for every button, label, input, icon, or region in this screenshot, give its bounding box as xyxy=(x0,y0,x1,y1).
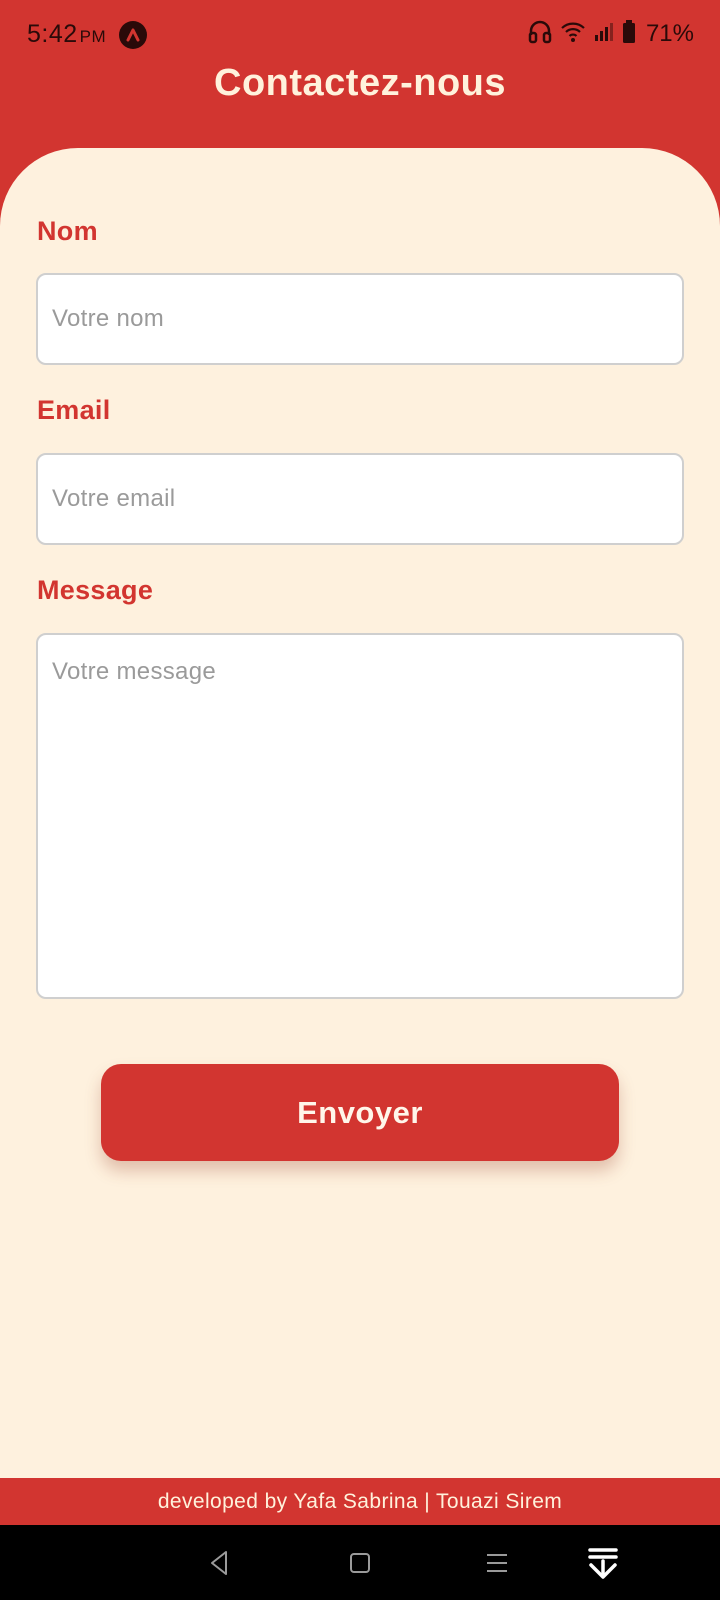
system-nav-bar xyxy=(0,1525,720,1600)
status-bar: 5:42 PM 71% xyxy=(0,0,720,70)
page-title: Contactez-nous xyxy=(214,62,506,104)
submit-button[interactable]: Envoyer xyxy=(101,1064,619,1161)
message-label: Message xyxy=(37,575,154,605)
battery-percentage: 71% xyxy=(645,20,694,47)
name-input[interactable]: Votre nom xyxy=(36,273,684,365)
battery-icon xyxy=(622,19,636,49)
status-clock: 5:42 PM xyxy=(27,20,106,49)
headphones-icon xyxy=(528,19,552,50)
name-label: Nom xyxy=(37,216,98,246)
status-time-value: 5:42 xyxy=(27,20,78,48)
recents-icon[interactable] xyxy=(477,1543,517,1583)
message-textarea[interactable]: Votre message xyxy=(36,633,684,999)
home-icon[interactable] xyxy=(340,1543,380,1583)
email-input[interactable]: Votre email xyxy=(36,453,684,545)
cell-signal-icon xyxy=(594,21,614,48)
app-notification-icon xyxy=(119,21,147,49)
email-label: Email xyxy=(37,395,111,425)
back-icon[interactable] xyxy=(200,1543,240,1583)
status-time-ampm: PM xyxy=(79,27,107,46)
footer-credits: developed by Yafa Sabrina | Touazi Sirem xyxy=(0,1478,720,1525)
contact-form-panel: Nom Votre nom Email Votre email Message … xyxy=(0,148,720,1478)
status-icons: 71% xyxy=(528,18,694,50)
download-icon[interactable] xyxy=(583,1543,623,1583)
wifi-icon xyxy=(560,20,586,49)
